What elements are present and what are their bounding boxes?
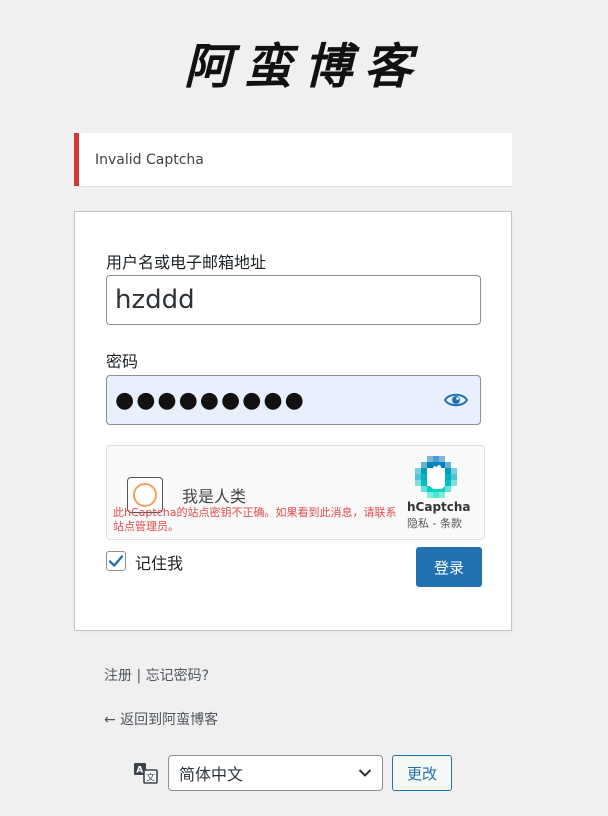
hcaptcha-logo-icon[interactable] xyxy=(415,456,459,500)
change-language-button[interactable]: 更改 xyxy=(392,755,452,791)
username-input[interactable]: hzddd xyxy=(106,275,481,325)
language-selected: 简体中文 xyxy=(179,765,244,784)
hcaptcha-widget: 我是人类 此hCaptcha的站点密钥不正确。如果看到此消息，请联系站点管理员。 xyxy=(106,445,485,540)
remember-me-checkbox[interactable] xyxy=(106,551,126,571)
checkmark-icon xyxy=(108,555,124,567)
svg-text:A: A xyxy=(136,766,143,776)
hcaptcha-loading-ring-icon xyxy=(133,483,157,507)
lost-password-link[interactable]: 忘记密码? xyxy=(146,668,209,684)
back-to-blog-link[interactable]: ← 返回到阿蛮博客 xyxy=(104,712,218,728)
hcaptcha-brand: hCaptcha xyxy=(407,500,471,514)
error-message: Invalid Captcha xyxy=(95,151,204,168)
language-select[interactable]: 简体中文 xyxy=(168,755,383,791)
login-form: 用户名或电子邮箱地址 hzddd 密码 ●●●●●●●●● 我是人类 此hCap… xyxy=(74,211,512,631)
login-page: 阿蛮博客 Invalid Captcha 用户名或电子邮箱地址 hzddd 密码… xyxy=(0,0,608,816)
hcaptcha-checkbox-label: 我是人类 xyxy=(182,487,247,506)
translation-icon: A 文 xyxy=(134,763,158,784)
nav-separator: | xyxy=(132,668,146,684)
remember-me-label[interactable]: 记住我 xyxy=(135,550,183,574)
back-to-blog: ← 返回到阿蛮博客 xyxy=(104,709,218,729)
register-link[interactable]: 注册 xyxy=(104,668,132,684)
hcaptcha-privacy-terms-links[interactable]: 隐私 - 条款 xyxy=(407,515,462,531)
password-input[interactable]: ●●●●●●●●● xyxy=(106,375,481,425)
username-value: hzddd xyxy=(115,285,195,315)
hcaptcha-error-message: 此hCaptcha的站点密钥不正确。如果看到此消息，请联系站点管理员。 xyxy=(113,506,397,533)
password-value: ●●●●●●●●● xyxy=(115,387,306,413)
error-notice: Invalid Captcha xyxy=(74,133,512,186)
password-label: 密码 xyxy=(106,352,139,371)
login-button[interactable]: 登录 xyxy=(416,547,482,587)
login-nav: 注册 | 忘记密码? xyxy=(104,665,209,685)
language-switcher: A 文 简体中文 更改 xyxy=(133,755,452,791)
chevron-down-icon xyxy=(358,769,372,777)
site-logo[interactable]: 阿蛮博客 xyxy=(0,32,608,102)
show-password-eye-icon[interactable] xyxy=(444,390,468,410)
username-label: 用户名或电子邮箱地址 xyxy=(106,253,267,272)
svg-text:文: 文 xyxy=(146,772,155,784)
